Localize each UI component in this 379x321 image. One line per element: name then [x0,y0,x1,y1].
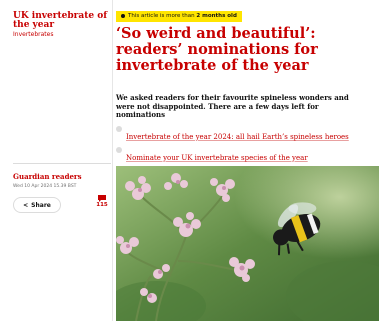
column-divider [112,0,113,321]
series-section-link[interactable]: Invertebrates [13,31,111,38]
publish-date: Wed 10 Apr 2024 15.39 BST [13,184,77,189]
comment-count: 115 [96,202,108,208]
byline-link[interactable]: Guardian readers [13,172,111,181]
related-link-label[interactable]: Invertebrate of the year 2024: all hail … [126,133,349,141]
related-link-item[interactable]: Nominate your UK invertebrate species of… [116,145,366,164]
notice-age: 2 months old [196,13,237,19]
bullet-icon [116,126,122,132]
related-links: Invertebrate of the year 2024: all hail … [116,124,366,166]
article-standfirst: We asked readers for their favourite spi… [116,93,349,119]
series-header: UK invertebrate of the year Invertebrate… [13,12,111,39]
related-link-label[interactable]: Nominate your UK invertebrate species of… [126,154,308,162]
bullet-icon [116,147,122,153]
related-link-item[interactable]: Invertebrate of the year 2024: all hail … [116,124,366,143]
article-headline: ‘So weird and beautiful’: readers’ nomin… [116,25,318,74]
share-label: Share [31,201,51,209]
article-age-notice: This article is more than 2 months old [116,11,242,22]
article-meta: Guardian readers Wed 10 Apr 2024 15.39 B… [13,163,111,213]
share-button[interactable]: < Share [13,197,61,213]
comment-icon [98,195,106,202]
hero-image-bumblebee-on-flowers [116,166,379,321]
comments-link[interactable]: 115 [95,195,109,208]
share-icon: < [23,201,29,209]
series-title-link[interactable]: UK invertebrate of the year [13,12,111,30]
notice-dot-icon [121,13,125,18]
notice-prefix: This article is more than [128,13,197,19]
